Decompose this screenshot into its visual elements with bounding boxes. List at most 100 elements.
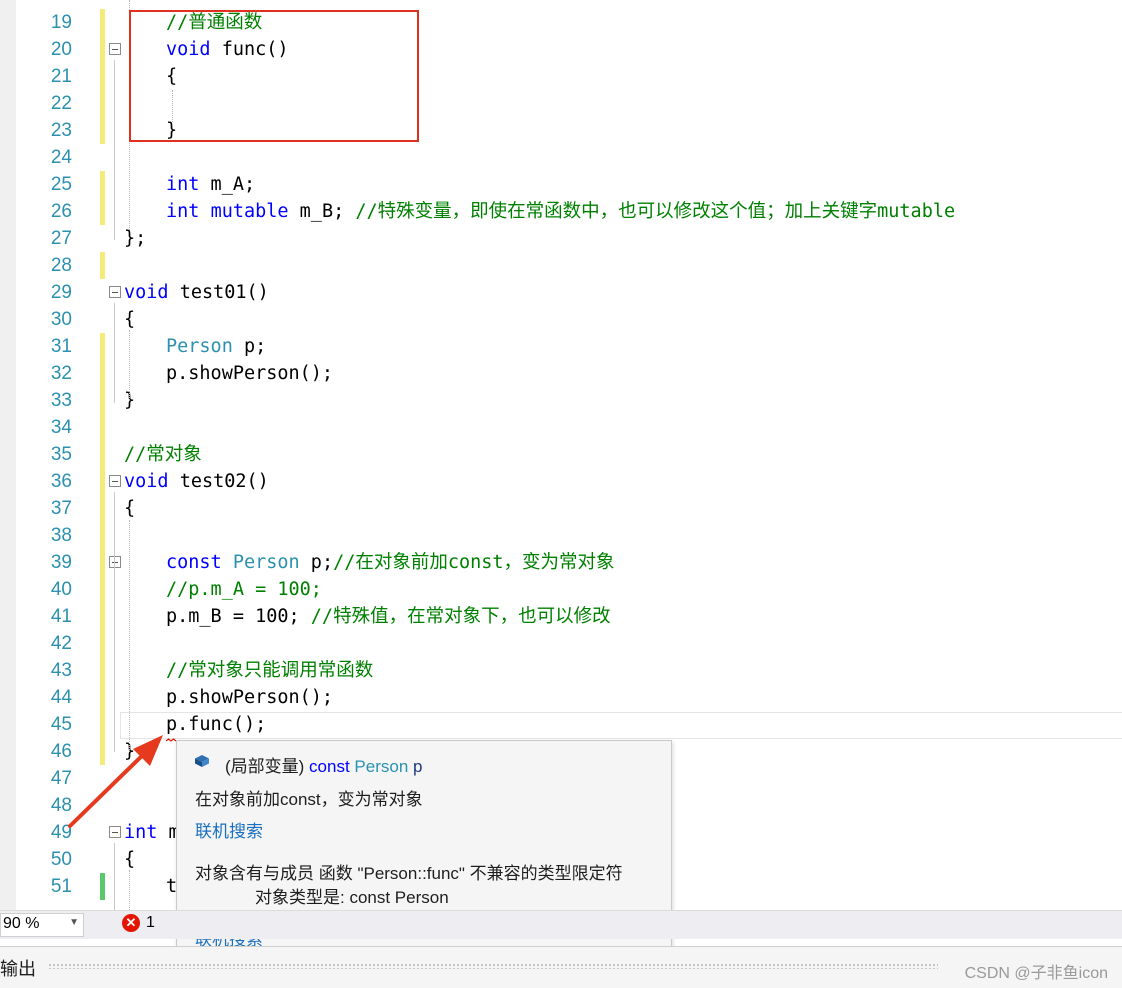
code-token: test02() [168,471,269,492]
code-line[interactable]: 29 void test01() [0,279,1122,306]
change-marker [100,522,105,549]
code-token: mutable [210,201,289,222]
code-line[interactable]: 28 [0,252,1122,279]
code-text: int mutable m_B; //特殊变量，即使在常函数中，也可以修改这个值… [166,198,955,225]
change-marker [100,657,105,684]
line-number: 40 [50,579,72,600]
search-online-link[interactable]: 联机搜索 [195,817,263,842]
line-number: 44 [50,687,72,708]
zoom-value: 90 % [3,915,40,932]
code-line[interactable]: 34 [0,414,1122,441]
code-line[interactable]: 42 [0,630,1122,657]
change-marker [100,576,105,603]
line-number: 47 [50,768,72,789]
line-number: 29 [50,282,72,303]
change-marker [100,495,105,522]
line-number: 34 [50,417,72,438]
code-token: //在对象前加const，变为常对象 [333,552,615,573]
collapse-icon[interactable] [109,286,121,298]
output-panel-title[interactable]: 输出 [0,955,36,981]
zoom-select[interactable]: 90 % ▼ [0,913,84,937]
change-marker [100,738,105,765]
code-text: p.showPerson(); [166,360,333,387]
code-token: p.m_B = 100; [166,606,311,627]
code-token: p.showPerson(); [166,363,334,384]
code-text: { [124,306,135,333]
code-text: const Person p;//在对象前加const，变为常对象 [166,549,615,576]
line-number: 30 [50,309,72,330]
editor-status-bar: 90 % ▼ ✕ 1 [0,910,1122,939]
code-text: //常对象 [124,441,202,468]
code-text: //p.m_A = 100; [166,576,322,603]
tooltip-signature: (局部变量) const Person p [225,752,423,777]
annotation-highlight-box [129,10,419,142]
code-token: test01() [168,282,269,303]
code-token: Person [232,552,300,573]
code-text: p.showPerson(); [166,684,333,711]
collapse-icon[interactable] [109,43,121,55]
line-number: 33 [50,390,72,411]
output-panel: 输出 CSDN @子非鱼icon [0,946,1122,988]
collapse-icon[interactable] [109,826,121,838]
error-indicator[interactable]: ✕ 1 [122,914,155,932]
code-line[interactable]: 43 //常对象只能调用常函数 [0,657,1122,684]
tooltip-signature-type: Person [354,757,409,776]
change-marker [100,36,105,63]
change-marker [100,198,105,225]
code-token: //p.m_A = 100; [166,579,322,600]
code-text: void test02() [124,468,269,495]
code-text: void test01() [124,279,269,306]
line-number: 41 [50,606,72,627]
indent-guide [129,870,130,910]
change-marker [100,711,105,738]
code-token: p; [299,552,334,573]
collapse-icon[interactable] [109,556,121,568]
line-number: 24 [50,147,72,168]
code-line[interactable]: 39 const Person p;//在对象前加const，变为常对象 [0,549,1122,576]
code-line[interactable]: 40 //p.m_A = 100; [0,576,1122,603]
code-line[interactable]: 26 int mutable m_B; //特殊变量，即使在常函数中，也可以修改这… [0,198,1122,225]
watermark: CSDN @子非鱼icon [964,965,1108,982]
change-marker [100,333,105,360]
tooltip-signature-variable: p [413,757,423,776]
code-line[interactable]: 25 int m_A; [0,171,1122,198]
line-number: 46 [50,741,72,762]
code-line[interactable]: 31 Person p; [0,333,1122,360]
line-number: 50 [50,849,72,870]
change-marker [100,549,105,576]
code-token: //常对象 [124,444,202,465]
line-number: 38 [50,525,72,546]
code-line[interactable]: 37 { [0,495,1122,522]
panel-drag-grip[interactable] [48,963,938,969]
tooltip-signature-prefix: (局部变量) [225,757,310,776]
code-token: p.showPerson(); [166,687,334,708]
code-line[interactable]: 38 [0,522,1122,549]
collapse-icon[interactable] [109,475,121,487]
code-token: int [124,822,158,843]
line-number: 37 [50,498,72,519]
line-number: 20 [50,39,72,60]
tooltip-doc-comment: 在对象前加const，变为常对象 [195,790,423,809]
code-line[interactable]: 36 void test02() [0,468,1122,495]
code-token: const [166,552,222,573]
code-line[interactable]: 24 [0,144,1122,171]
code-line[interactable]: 30 { [0,306,1122,333]
line-number: 22 [50,93,72,114]
line-number: 35 [50,444,72,465]
code-line[interactable]: 27}; [0,225,1122,252]
code-line[interactable]: 41 p.m_B = 100; //特殊值，在常对象下，也可以修改 [0,603,1122,630]
line-number: 42 [50,633,72,654]
code-line[interactable]: 32 p.showPerson(); [0,360,1122,387]
block-line-class [114,60,115,240]
code-line[interactable]: 35 //常对象 [0,441,1122,468]
change-marker [100,873,105,900]
change-marker [100,468,105,495]
code-token: int [166,174,200,195]
code-text: int m [124,819,180,846]
code-line[interactable]: 44 p.showPerson(); [0,684,1122,711]
code-line[interactable]: 33} [0,387,1122,414]
block-line-test02 [114,492,115,752]
code-token: m_B; [288,201,356,222]
chevron-down-icon[interactable]: ▼ [69,917,79,928]
